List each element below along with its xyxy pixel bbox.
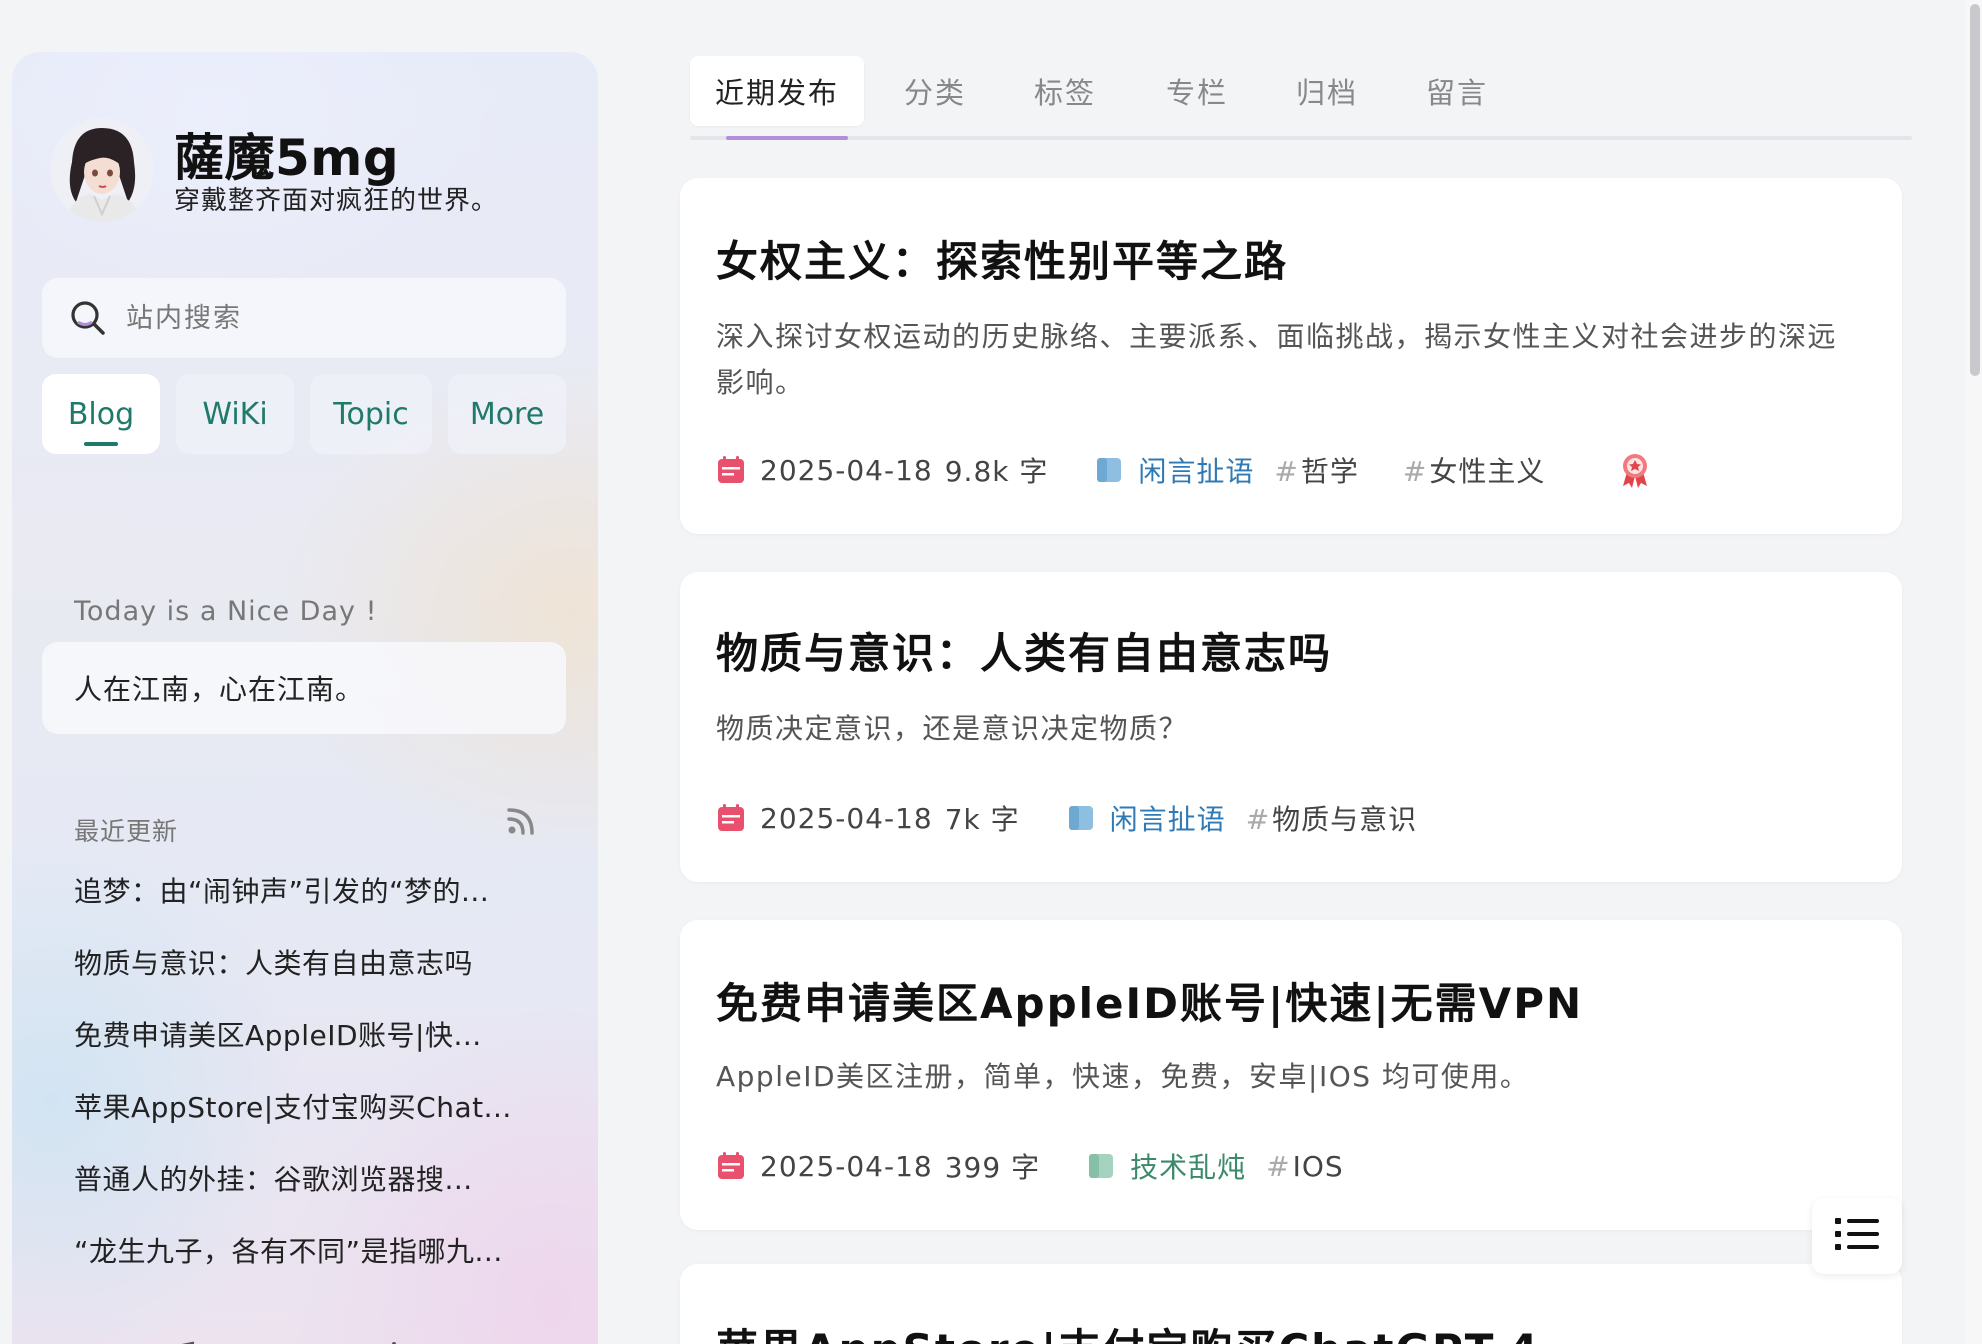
nav-more[interactable]: More [448, 374, 566, 454]
post-description: AppleID美区注册，简单，快速，免费，安卓|IOS 均可使用。 [716, 1060, 1530, 1093]
post-description: 深入探讨女权运动的历史脉络、主要派系、面临挑战，揭示女性主义对社会进步的深远影响… [716, 320, 1838, 399]
nav-topic[interactable]: Topic [310, 374, 432, 454]
snowflake-icon[interactable] [372, 1340, 416, 1344]
recent-item[interactable]: “龙生九子，各有不同”是指哪九... [74, 1230, 554, 1302]
recent-updates-header: 最近更新 [74, 817, 179, 846]
post-title[interactable]: 免费申请美区AppleID账号|快速|无需VPN [716, 970, 1583, 1031]
sidebar: 薩魔5mg 穿戴整齐面对疯狂的世界。 Blog WiKi Topic More … [12, 52, 598, 1344]
daily-quote: 人在江南，心在江南。 [42, 642, 566, 734]
post-tag-label: 女性主义 [1429, 455, 1546, 488]
music-icon[interactable] [156, 1340, 200, 1344]
post-tag[interactable]: #哲学 [1274, 450, 1358, 490]
social-bar [84, 1340, 488, 1344]
tab-archive[interactable]: 归档 [1276, 56, 1378, 126]
tabs-divider [690, 136, 1912, 140]
post-category[interactable]: 闲言扯语 [1138, 450, 1254, 490]
post-tag[interactable]: #IOS [1266, 1150, 1344, 1183]
recent-item[interactable]: 追梦：由“闹钟声”引发的“梦的... [74, 870, 554, 942]
calendar-icon [716, 455, 746, 485]
folder-icon [1066, 803, 1096, 833]
tab-recent[interactable]: 近期发布 [690, 56, 864, 126]
calendar-icon [716, 1151, 746, 1181]
post-date: 2025-04-18 [760, 453, 933, 487]
post-card[interactable]: 女权主义：探索性别平等之路 深入探讨女权运动的历史脉络、主要派系、面临挑战，揭示… [680, 178, 1902, 534]
play-icon[interactable] [228, 1340, 272, 1344]
post-meta: 2025-04-18 399 字 技术乱炖 #IOS [716, 1146, 1344, 1186]
post-title[interactable]: 女权主义：探索性别平等之路 [716, 228, 1288, 289]
recent-item[interactable]: 物质与意识：人类有自由意志吗 [74, 942, 554, 1014]
moon-icon[interactable] [444, 1340, 488, 1344]
search-box[interactable] [42, 278, 566, 358]
post-tag[interactable]: #女性主义 [1403, 450, 1545, 490]
rss-icon[interactable] [504, 804, 538, 838]
post-tag-label: IOS [1292, 1149, 1344, 1183]
post-word-count: 9.8k 字 [944, 455, 1049, 488]
post-tag-label: 哲学 [1300, 455, 1359, 488]
post-description: 物质决定意识，还是意识决定物质？ [716, 712, 1189, 745]
nav-blog[interactable]: Blog [42, 374, 160, 454]
toc-button[interactable] [1812, 1198, 1902, 1274]
post-word-count: 7k 字 [944, 803, 1020, 836]
post-category[interactable]: 闲言扯语 [1110, 798, 1226, 838]
post-card[interactable]: 苹果AppStore|支付宝购买ChatGPT-4 [680, 1264, 1902, 1344]
chat-icon[interactable] [300, 1340, 344, 1344]
list-icon [1833, 1214, 1881, 1258]
avatar[interactable] [50, 118, 154, 222]
post-card[interactable]: 免费申请美区AppleID账号|快速|无需VPN AppleID美区注册，简单，… [680, 920, 1902, 1230]
github-icon[interactable] [84, 1340, 128, 1344]
active-tab-indicator [726, 136, 848, 140]
recent-item[interactable]: 苹果AppStore|支付宝购买Chat... [74, 1086, 554, 1158]
nav-wiki[interactable]: WiKi [176, 374, 294, 454]
post-tag[interactable]: #物质与意识 [1246, 798, 1417, 838]
search-input[interactable] [126, 302, 486, 334]
post-tag-label: 物质与意识 [1272, 803, 1418, 836]
post-category[interactable]: 技术乱炖 [1130, 1146, 1246, 1186]
recent-item[interactable]: 免费申请美区AppleID账号|快... [74, 1014, 554, 1086]
recent-updates-list: 追梦：由“闹钟声”引发的“梦的... 物质与意识：人类有自由意志吗 免费申请美区… [74, 870, 554, 1302]
sidebar-nav: Blog WiKi Topic More [42, 374, 566, 454]
post-word-count: 399 字 [944, 1151, 1041, 1184]
recent-item[interactable]: 普通人的外挂：谷歌浏览器搜... [74, 1158, 554, 1230]
tab-tags[interactable]: 标签 [1014, 56, 1116, 126]
tab-columns[interactable]: 专栏 [1146, 56, 1248, 126]
tab-categories[interactable]: 分类 [884, 56, 986, 126]
post-date: 2025-04-18 [760, 1149, 933, 1183]
post-title[interactable]: 苹果AppStore|支付宝购买ChatGPT-4 [716, 1316, 1540, 1344]
content-tabs: 近期发布 分类 标签 专栏 归档 留言 [690, 56, 1912, 142]
folder-icon [1094, 455, 1124, 485]
post-card[interactable]: 物质与意识：人类有自由意志吗 物质决定意识，还是意识决定物质？ 2025-04-… [680, 572, 1902, 882]
site-subtitle: 穿戴整齐面对疯狂的世界。 [174, 186, 499, 216]
calendar-icon [716, 803, 746, 833]
award-icon [1615, 450, 1655, 490]
post-date: 2025-04-18 [760, 801, 933, 835]
tab-guestbook[interactable]: 留言 [1406, 56, 1508, 126]
folder-icon [1086, 1151, 1116, 1181]
post-title[interactable]: 物质与意识：人类有自由意志吗 [716, 620, 1332, 681]
post-meta: 2025-04-18 9.8k 字 闲言扯语 #哲学 #女性主义 [716, 450, 1655, 490]
scrollbar[interactable] [1966, 0, 1982, 1344]
post-meta: 2025-04-18 7k 字 闲言扯语 #物质与意识 [716, 798, 1417, 838]
scrollbar-thumb[interactable] [1970, 4, 1980, 376]
greeting-label: Today is a Nice Day ! [74, 596, 378, 627]
search-icon [68, 298, 108, 338]
